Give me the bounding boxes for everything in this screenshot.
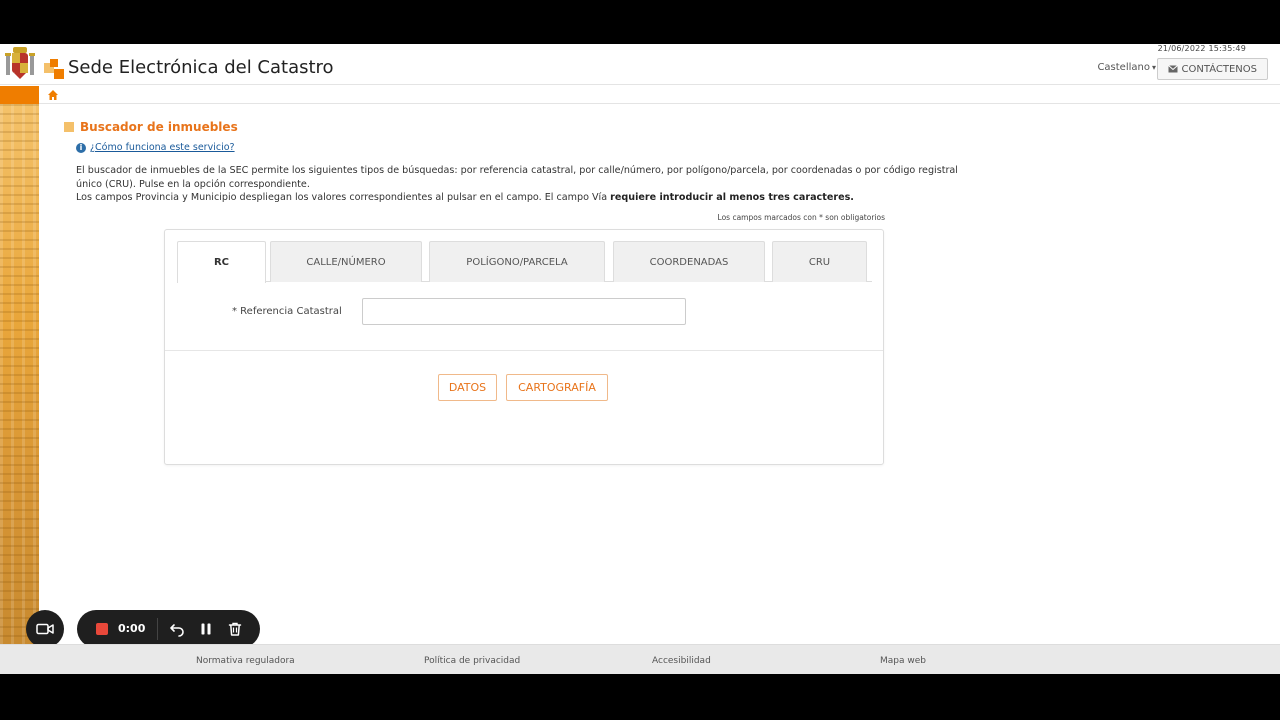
tab-coordenadas[interactable]: COORDENADAS	[613, 241, 765, 282]
site-title: Sede Electrónica del Catastro	[68, 57, 334, 78]
description-line-2: único (CRU). Pulse en la opción correspo…	[76, 178, 310, 190]
caret-down-icon: ▾	[1151, 63, 1156, 72]
section-title: Buscador de inmuebles	[64, 120, 238, 134]
tab-calle-numero[interactable]: CALLE/NÚMERO	[270, 241, 422, 282]
decorative-city-image	[0, 104, 39, 644]
tab-poligono-parcela[interactable]: POLÍGONO/PARCELA	[429, 241, 605, 282]
description-line-3-plain: Los campos Provincia y Municipio desplie…	[76, 192, 611, 204]
brand-accent-bar	[0, 86, 39, 104]
home-icon[interactable]	[47, 89, 59, 101]
toolbar-divider	[157, 618, 158, 640]
undo-icon[interactable]	[169, 621, 185, 637]
recording-timer: 0:00	[118, 622, 146, 635]
referencia-catastral-label: * Referencia Catastral	[232, 306, 342, 317]
pause-icon[interactable]	[198, 621, 214, 637]
camera-button[interactable]	[26, 610, 64, 648]
datos-button[interactable]: DATOS	[438, 374, 497, 401]
description-line-3: Los campos Provincia y Municipio desplie…	[76, 191, 976, 205]
site-header: Sede Electrónica del Catastro Castellano…	[0, 47, 1280, 85]
breadcrumb	[39, 86, 1280, 104]
section-title-text: Buscador de inmuebles	[80, 120, 238, 134]
footer-link-privacidad[interactable]: Política de privacidad	[424, 656, 520, 666]
contact-button[interactable]: CONTÁCTENOS	[1156, 58, 1268, 80]
recording-toolbar: 0:00	[77, 610, 260, 648]
language-selector[interactable]: Castellano ▾	[1097, 62, 1156, 73]
info-icon: i	[76, 142, 86, 153]
stop-recording-icon[interactable]	[96, 623, 108, 635]
section-square-icon	[64, 122, 74, 132]
footer-link-normativa[interactable]: Normativa reguladora	[196, 656, 295, 666]
contact-label: CONTÁCTENOS	[1181, 63, 1257, 75]
cartografia-button[interactable]: CARTOGRAFÍA	[506, 374, 608, 401]
panel-divider	[165, 350, 883, 351]
coat-of-arms-icon	[5, 47, 35, 79]
envelope-icon	[1167, 65, 1178, 73]
help-link[interactable]: ¿Cómo funciona este servicio?	[90, 142, 235, 153]
video-camera-icon	[36, 623, 54, 635]
language-label: Castellano	[1097, 62, 1150, 73]
help-row: i ¿Cómo funciona este servicio?	[76, 142, 235, 153]
description-text: El buscador de inmuebles de la SEC permi…	[76, 164, 976, 205]
trash-icon[interactable]	[227, 621, 243, 637]
search-panel: RC CALLE/NÚMERO POLÍGONO/PARCELA COORDEN…	[164, 229, 884, 465]
tab-cru[interactable]: CRU	[772, 241, 867, 282]
description-line-3-bold: requiere introducir al menos tres caract…	[610, 192, 854, 204]
search-tabs: RC CALLE/NÚMERO POLÍGONO/PARCELA COORDEN…	[177, 241, 872, 283]
browser-page: 21/06/2022 15:35:49 Sede Electrónica del…	[0, 44, 1280, 674]
tab-rc[interactable]: RC	[177, 241, 266, 283]
footer-link-accesibilidad[interactable]: Accesibilidad	[652, 656, 711, 666]
footer-link-mapa-web[interactable]: Mapa web	[880, 656, 926, 666]
site-footer: Normativa reguladora Política de privaci…	[0, 644, 1280, 674]
referencia-catastral-input[interactable]	[362, 298, 686, 325]
datetime-display: 21/06/2022 15:35:49	[1157, 44, 1246, 53]
description-line-1: El buscador de inmuebles de la SEC permi…	[76, 165, 958, 176]
required-fields-note: Los campos marcados con * son obligatori…	[717, 213, 885, 222]
catastro-logo-icon	[44, 59, 64, 79]
